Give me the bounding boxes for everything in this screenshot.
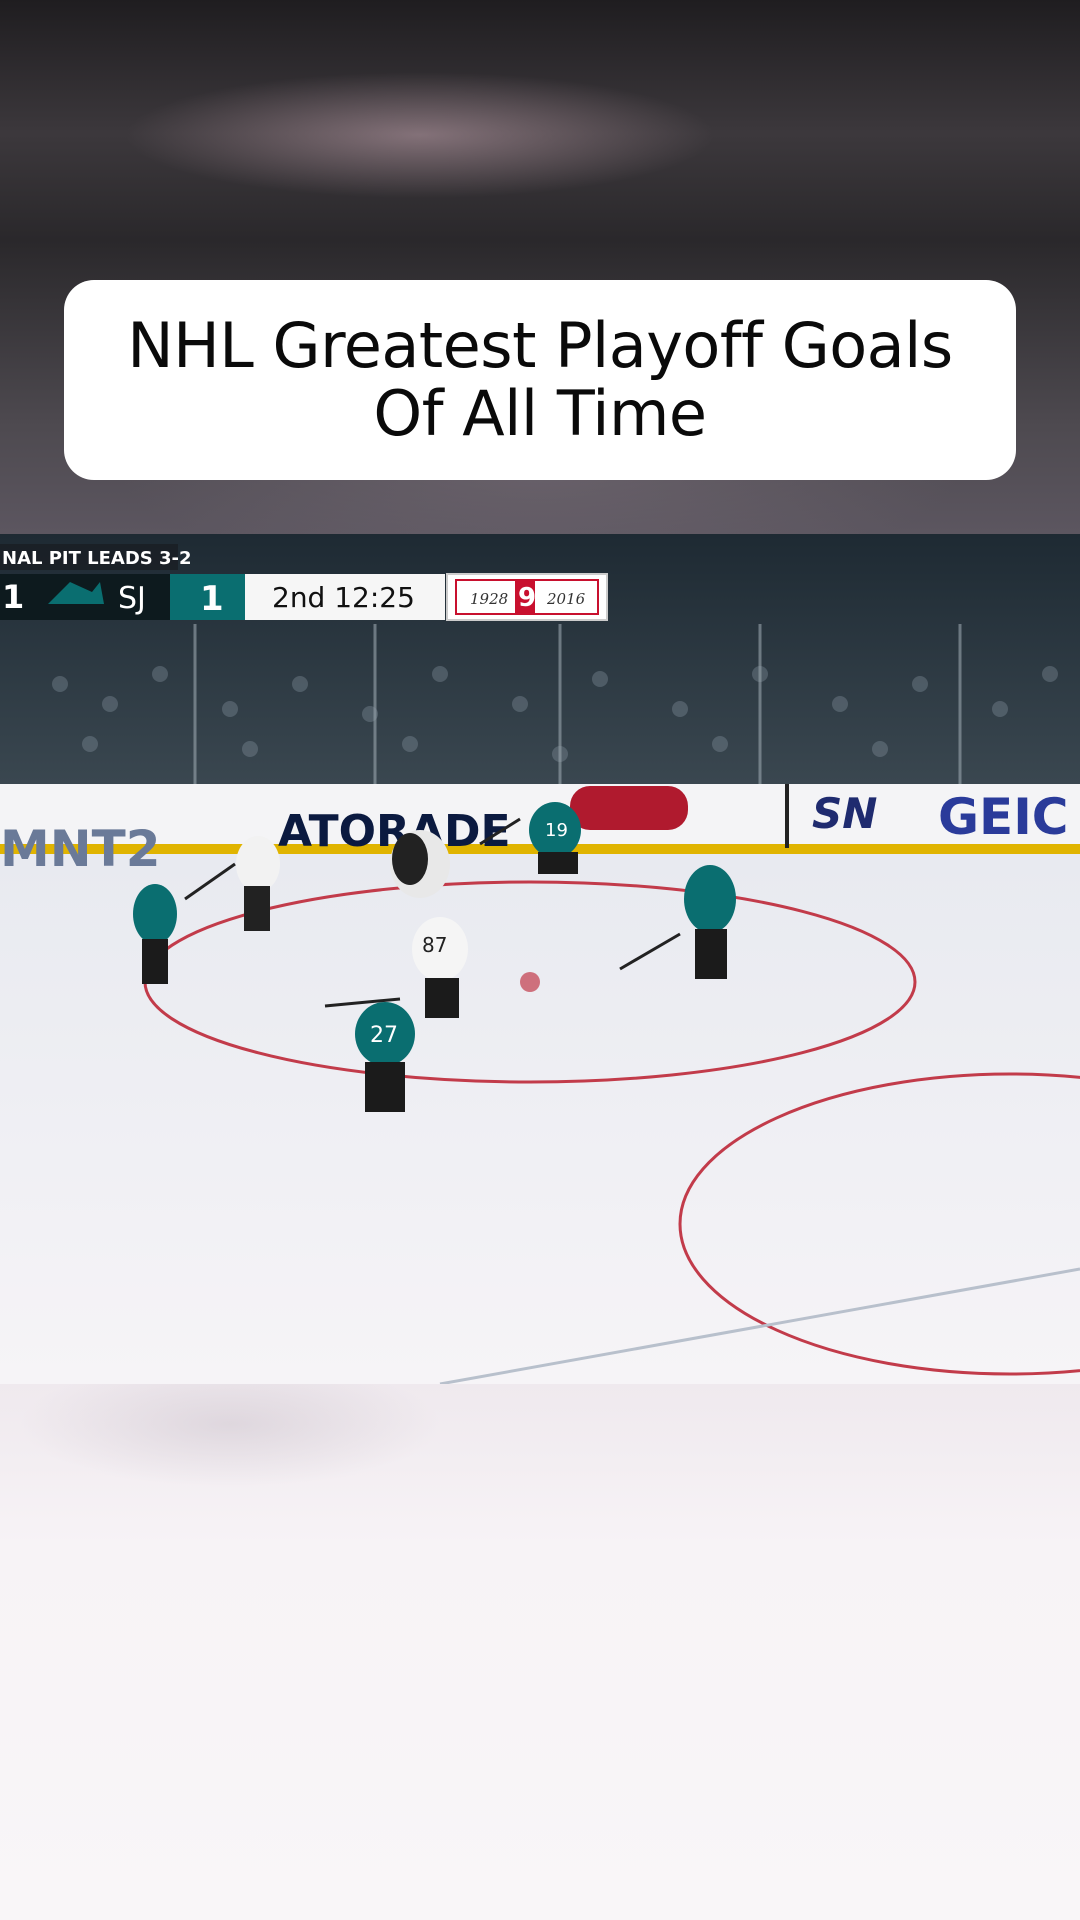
ad-left-text: MNT2 (0, 820, 161, 878)
series-status: NAL PIT LEADS 3-2 (2, 548, 192, 569)
game-clock: 2nd 12:25 (272, 581, 415, 614)
cup-right-year: 2016 (546, 590, 586, 608)
cup-left-year: 1928 (470, 590, 508, 608)
title-line-2: Of All Time (373, 377, 707, 450)
left-team-score: 1 (2, 578, 24, 616)
rink-scene: MNT2 ATORADE SN GEIC 19 87 27 (0, 534, 1080, 1384)
jersey-87: 87 (422, 933, 447, 957)
video-title: NHL Greatest Playoff Goals Of All Time (107, 312, 972, 448)
ad-red-badge (570, 786, 688, 830)
scoreboard: NAL PIT LEADS 3-2 1 SJ 1 2nd 12:25 1928 … (0, 544, 608, 621)
team-abbr: SJ (118, 581, 146, 616)
player-center-group (390, 830, 450, 898)
title-card: NHL Greatest Playoff Goals Of All Time (64, 280, 1016, 480)
team-score: 1 (200, 579, 224, 619)
cup-number: 9 (518, 583, 536, 613)
jersey-19: 19 (545, 820, 568, 841)
jersey-27: 27 (370, 1023, 398, 1048)
bottom-blurred-background (0, 1384, 1080, 1920)
ad-geico-text: GEIC (938, 788, 1069, 846)
hockey-video-frame[interactable]: MNT2 ATORADE SN GEIC 19 87 27 (0, 534, 1080, 1384)
ad-sn-text: SN (812, 789, 877, 838)
title-line-1: NHL Greatest Playoff Goals (127, 309, 953, 382)
